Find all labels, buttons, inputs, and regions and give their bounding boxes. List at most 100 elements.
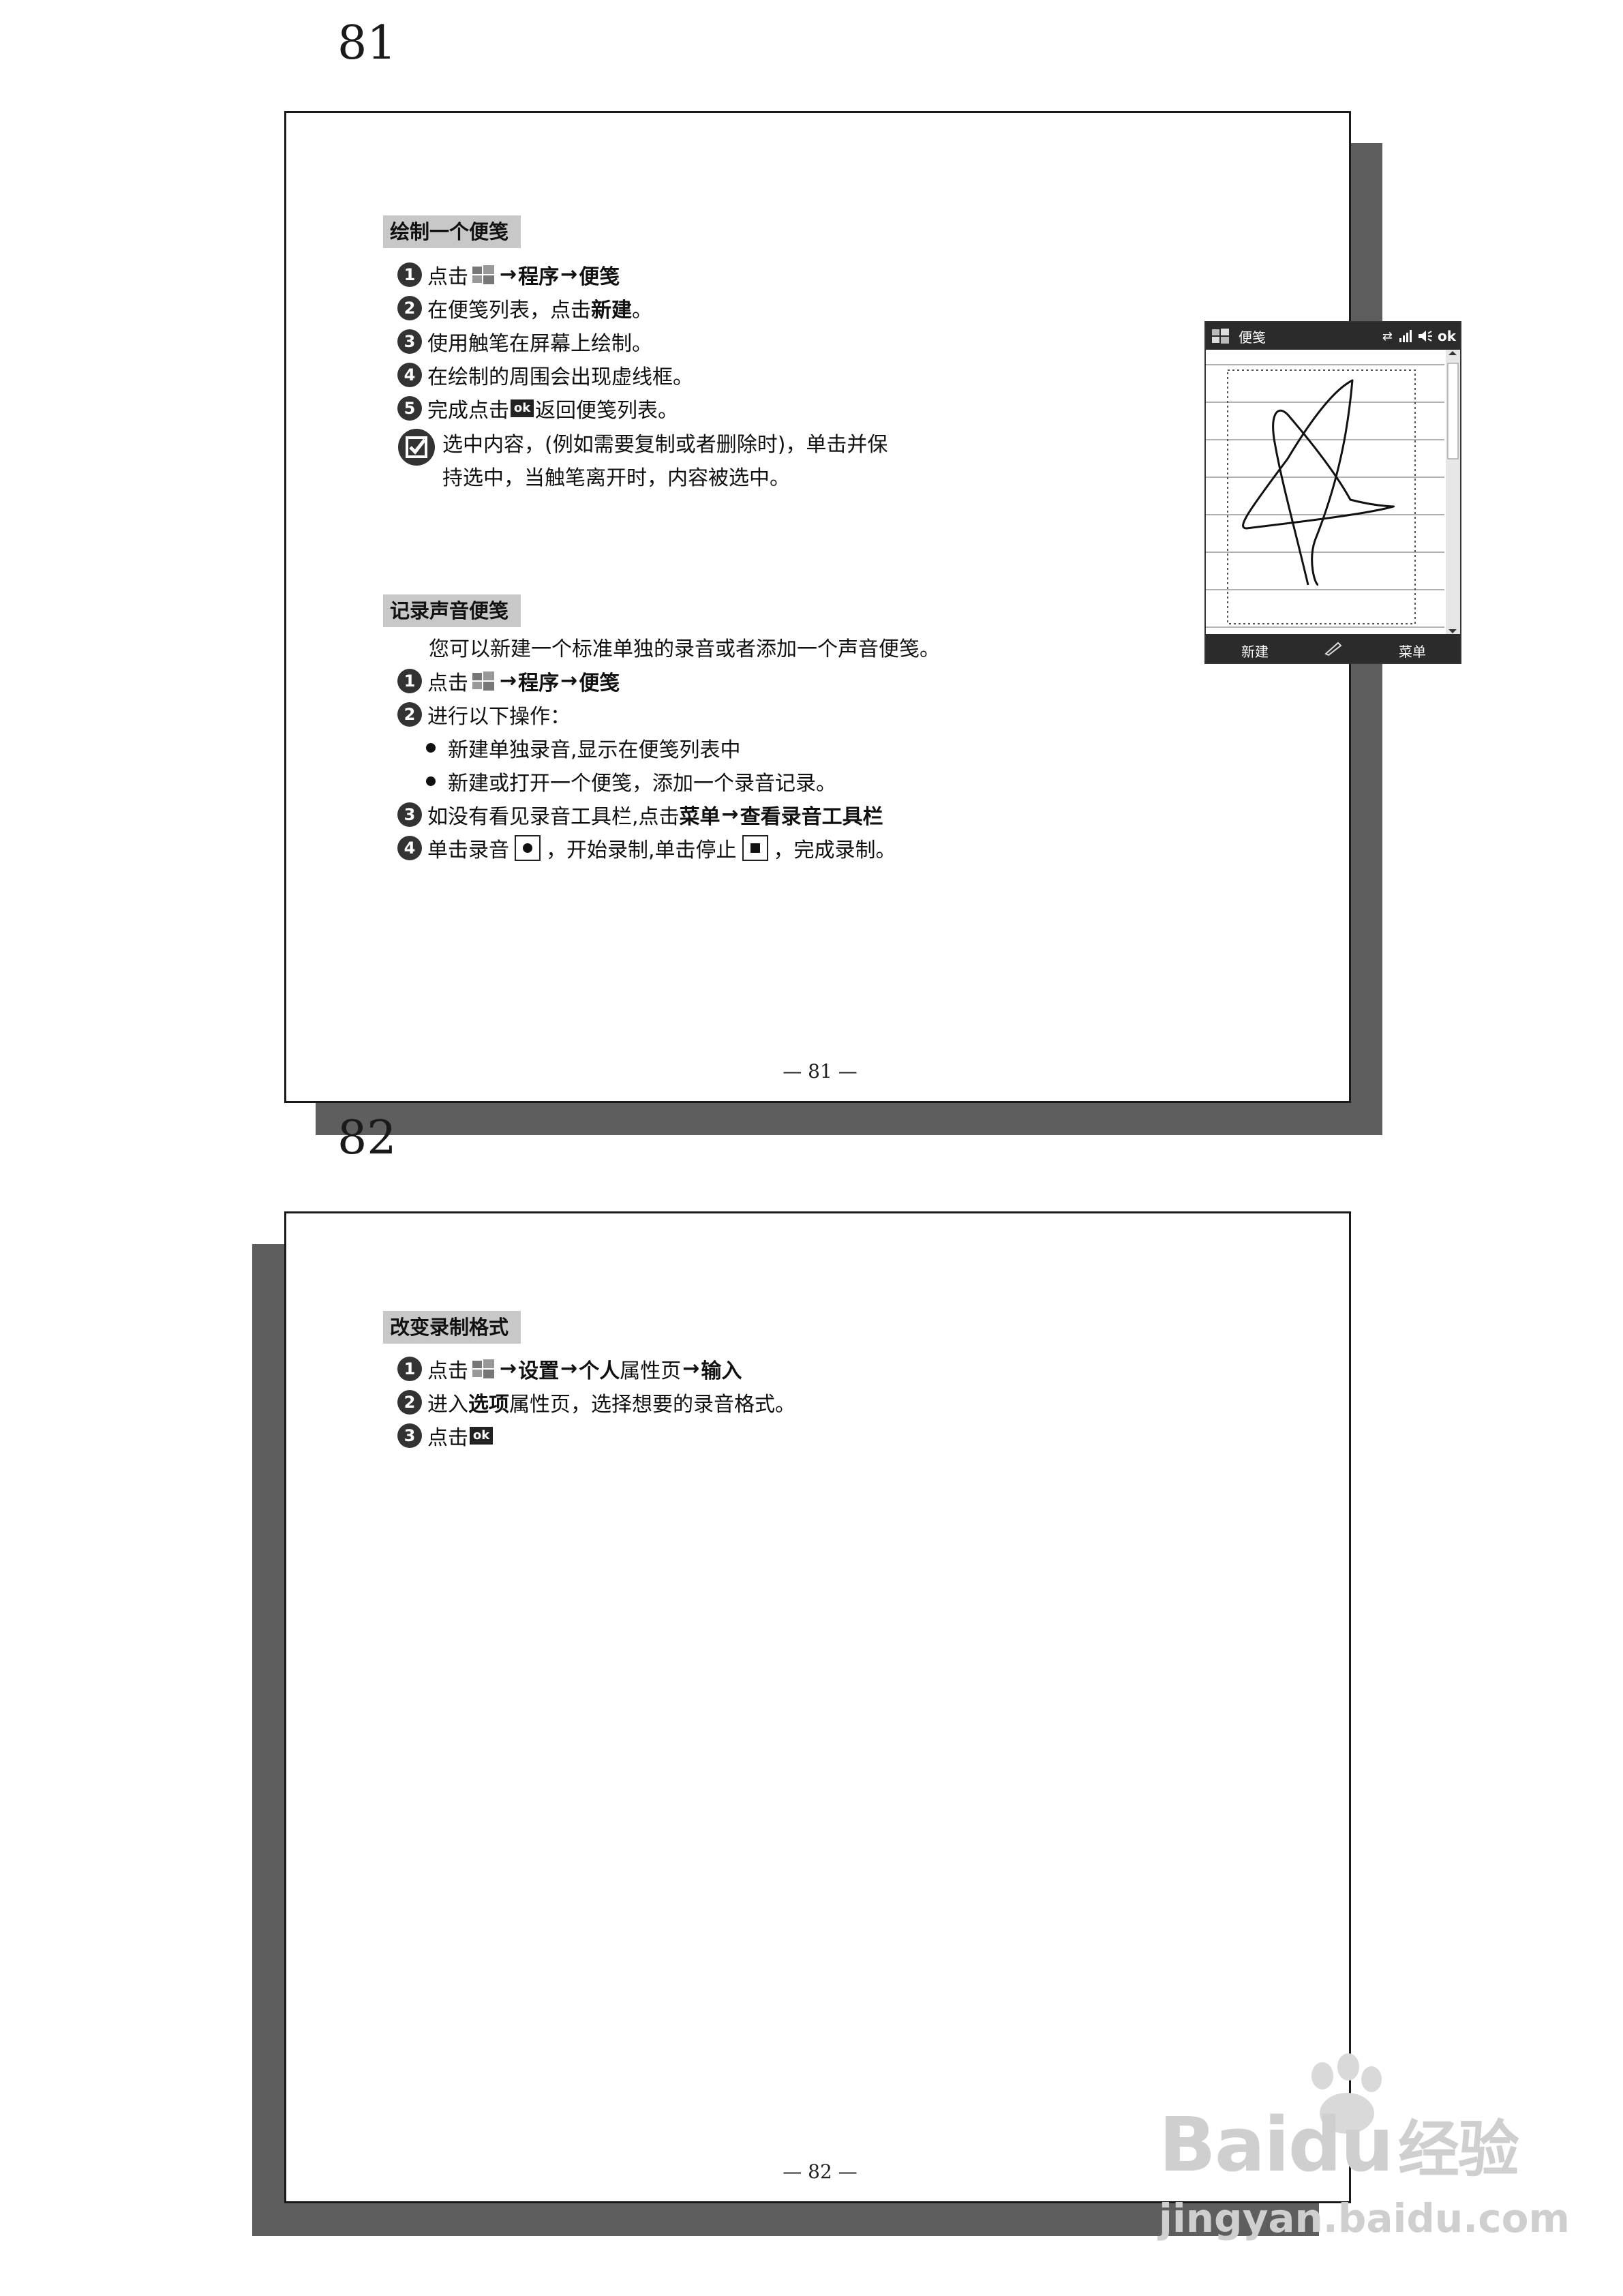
device-title-bar: 便笺 ⇄ ok [1206,322,1460,350]
step-number: 5 [397,395,422,421]
ok-icon: ok [511,399,534,417]
tip-note: 选中内容，(例如需要复制或者删除时)，单击并保 持选中，当触笔离开时，内容被选中… [397,428,888,495]
watermark-brand-cn: 经验 [1397,2114,1519,2186]
step-text: 返回便笺列表。 [535,398,678,423]
arrow-icon: → [560,669,578,693]
step-item: 4 在绘制的周围会出现虚线框。 [397,358,693,391]
ok-icon: ok [470,1426,493,1445]
step-text: 进行以下操作： [427,704,571,729]
bullet-text: 新建或打开一个便笺，添加一个录音记录。 [448,771,836,796]
arrow-icon: → [500,262,517,286]
step-number: 2 [397,701,422,727]
softkey-new[interactable]: 新建 [1241,641,1269,661]
arrow-icon: → [682,1357,700,1380]
arrow-icon: → [500,669,517,693]
device-soft-key-bar: 新建 菜单 [1206,634,1460,663]
menu-path-settings: 设置 [518,1359,560,1383]
arrow-icon: → [721,802,739,826]
device-app-title: 便笺 [1239,329,1266,346]
step-text: 。 [632,298,652,322]
bullet-text: 新建单独录音,显示在便笺列表中 [448,738,741,762]
watermark-brand-part: du [1288,2101,1394,2188]
step-number: 1 [397,1356,422,1381]
softkey-menu[interactable]: 菜单 [1399,641,1426,661]
step-item: 1 点击 → 设置 → 个人 属性页 → 输入 [397,1352,795,1385]
step-text: 点击 [427,265,468,289]
tip-text-line: 选中内容，(例如需要复制或者删除时)，单击并保 [442,433,888,457]
step-item: 1 点击 → 程序 → 便笺 [397,258,693,291]
signal-icon [1399,330,1412,342]
page-number-label: 81 [337,16,397,70]
menu-path-menu: 菜单 [679,804,721,829]
bullet-item: 新建或打开一个便笺，添加一个录音记录。 [397,764,896,798]
step-number: 2 [397,295,422,320]
section-title: 改变录制格式 [383,1311,521,1344]
watermark-brand-part: Bai [1159,2101,1290,2188]
step-item: 2 在便笺列表，点击 新建 。 [397,291,693,324]
step-item: 3 使用触笔在屏幕上绘制。 [397,324,693,358]
drawing-canvas[interactable] [1206,350,1460,637]
watermark-url: jingyan.baidu.com [1159,2195,1570,2241]
section-intro: 您可以新建一个标准单独的录音或者添加一个声音便笺。 [429,637,940,661]
page-number-label: 82 [337,1111,397,1165]
page-sheet: 绘制一个便笺 1 点击 → 程序 → 便笺 2 在便笺列表，点击 新建 。 3 … [284,111,1461,1103]
arrow-icon: → [560,1357,578,1380]
menu-path-notes: 便笺 [579,265,620,289]
windows-start-icon [472,671,494,691]
step-text: 点击 [427,671,468,695]
step-item: 3 如没有看见录音工具栏,点击 菜单 → 查看录音工具栏 [397,798,896,831]
tip-text-line: 持选中，当触笔离开时，内容被选中。 [442,466,790,490]
arrow-icon: → [500,1357,517,1380]
step-text: 属性页 [620,1359,682,1383]
step-bold-text: 选项 [468,1392,509,1417]
page-sheet: 改变录制格式 1 点击 → 设置 → 个人 属性页 → 输入 2 进入 选项 属… [284,1211,1351,2203]
step-item: 2 进行以下操作： [397,697,896,731]
windows-start-icon [1212,329,1229,344]
step-number: 1 [397,668,422,693]
step-number: 1 [397,262,422,287]
stop-icon [742,834,768,861]
step-text: 在便笺列表，点击 [427,298,591,322]
device-screenshot: 便笺 ⇄ ok 新建 菜单 [1204,321,1461,664]
step-text: 使用触笔在屏幕上绘制。 [427,331,652,356]
record-icon [515,834,541,861]
section-title: 绘制一个便笺 [383,215,521,248]
step-text: 属性页，选择想要的录音格式。 [509,1392,795,1417]
step-text: 点击 [427,1425,468,1450]
bullet-item: 新建单独录音,显示在便笺列表中 [397,731,896,764]
menu-path-input: 输入 [701,1359,742,1383]
steps-list: 1 点击 → 程序 → 便笺 2 在便笺列表，点击 新建 。 3 使用触笔在屏幕… [397,258,693,425]
page-footer-number: — 82 — [783,2160,858,2183]
step-number: 3 [397,802,422,827]
step-number: 3 [397,329,422,354]
page-footer-number: — 81 — [783,1060,858,1083]
step-number: 2 [397,1389,422,1415]
step-number: 4 [397,362,422,387]
steps-list: 1 点击 → 设置 → 个人 属性页 → 输入 2 进入 选项 属性页，选择想要… [397,1352,795,1452]
step-text: 如没有看见录音工具栏,点击 [427,804,680,829]
step-text: 在绘制的周围会出现虚线框。 [427,365,693,389]
step-text: ，开始录制,单击停止 [546,838,737,862]
arrow-icon: → [560,262,578,286]
connectivity-icon: ⇄ [1382,329,1393,344]
star-sketch [1242,379,1395,586]
steps-list: 1 点击 → 程序 → 便笺 2 进行以下操作： 新建单独录音,显示在便笺列表中… [397,664,896,864]
step-text: 单击录音 [427,838,509,862]
menu-path-programs: 程序 [518,671,560,695]
bullet-dot-icon [426,776,436,786]
ok-button[interactable]: ok [1438,328,1456,344]
section-title: 记录声音便笺 [383,594,521,627]
scrollbar-thumb [1447,363,1459,459]
menu-path-view-toolbar: 查看录音工具栏 [740,804,883,829]
watermark-brand: Baidu经验 [1159,2100,1519,2188]
step-text: ，完成录制。 [773,838,896,862]
pen-input-icon[interactable] [1323,640,1344,656]
menu-path-programs: 程序 [518,265,560,289]
step-item: 4 单击录音 ，开始录制,单击停止 ，完成录制。 [397,831,896,864]
checkbox-tip-icon [398,429,435,466]
step-item: 3 点击 ok [397,1419,795,1452]
menu-path-notes: 便笺 [579,671,620,695]
step-text: 完成点击 [427,398,509,423]
step-item: 1 点击 → 程序 → 便笺 [397,664,896,697]
step-bold-text: 新建 [591,298,632,322]
